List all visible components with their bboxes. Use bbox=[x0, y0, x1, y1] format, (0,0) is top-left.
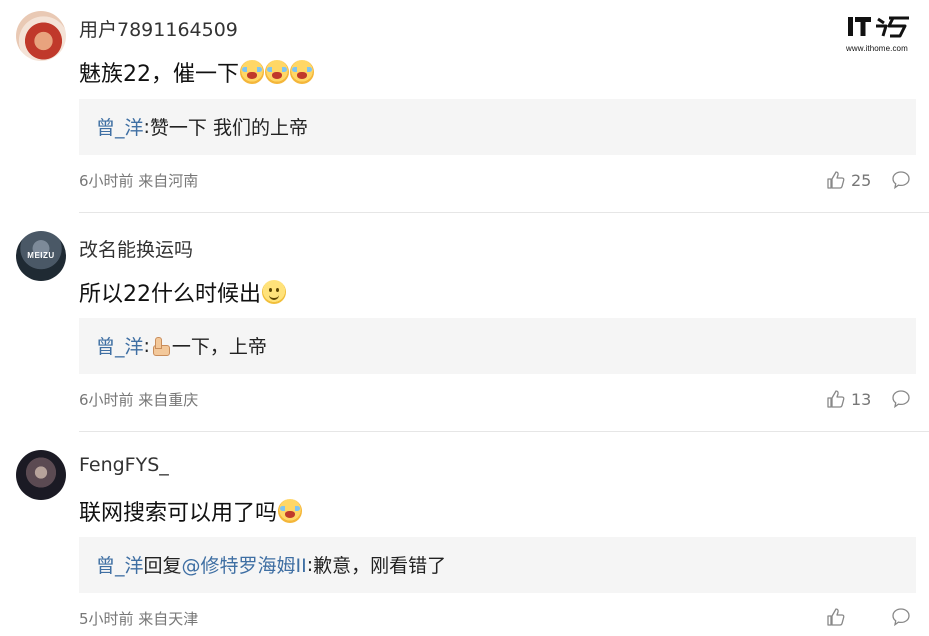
reply-text-line: 曾_洋 回复 @修特罗海姆II : 歉意，刚看错了 bbox=[96, 551, 446, 578]
comment-text: 魅族22，催一下 bbox=[79, 62, 239, 87]
like-button[interactable]: 25 bbox=[826, 170, 871, 190]
comment-username[interactable]: 用户7891164509 bbox=[79, 15, 238, 42]
cry-emoji-icon bbox=[290, 60, 314, 84]
reply-box[interactable]: 曾_洋 : 赞一下 我们的上帝 bbox=[79, 99, 916, 155]
reply-comment-icon[interactable] bbox=[891, 607, 911, 627]
reply-text: 一下，上帝 bbox=[171, 336, 267, 358]
reply-text: 赞一下 我们的上帝 bbox=[149, 117, 308, 139]
smile-emoji-icon bbox=[262, 280, 286, 304]
reply-username[interactable]: 曾_洋 bbox=[96, 113, 144, 140]
thumbs-up-emoji-icon bbox=[150, 336, 170, 356]
cry-emoji-icon bbox=[240, 60, 264, 84]
like-button[interactable] bbox=[826, 607, 851, 627]
reply-username[interactable]: 曾_洋 bbox=[96, 551, 144, 578]
reply-box[interactable]: 曾_洋 回复 @修特罗海姆II : 歉意，刚看错了 bbox=[79, 537, 916, 593]
cry-emoji-icon bbox=[265, 60, 289, 84]
comment-meta: 6小时前 来自重庆 bbox=[79, 391, 199, 409]
reply-box[interactable]: 曾_洋 : 一下，上帝 bbox=[79, 318, 916, 374]
ithome-url: www.ithome.com bbox=[846, 44, 908, 53]
thumbs-up-icon bbox=[827, 608, 845, 626]
comment-text: 所以22什么时候出 bbox=[79, 282, 261, 307]
like-button[interactable]: 13 bbox=[826, 389, 871, 409]
user-avatar[interactable] bbox=[16, 11, 66, 61]
reply-text: 歉意，刚看错了 bbox=[313, 555, 447, 577]
thumbs-up-icon bbox=[827, 171, 845, 189]
user-avatar[interactable]: MEIZU bbox=[16, 231, 66, 281]
comment-divider bbox=[79, 212, 929, 213]
user-avatar[interactable] bbox=[16, 450, 66, 500]
comment-content: 联网搜索可以用了吗 bbox=[79, 495, 303, 527]
like-count: 25 bbox=[851, 170, 872, 190]
meizu-logo-text: MEIZU bbox=[27, 251, 55, 260]
reply-target-user[interactable]: @修特罗海姆II bbox=[182, 551, 307, 578]
reply-comment-icon[interactable] bbox=[891, 170, 911, 190]
comment-username[interactable]: FengFYS_ bbox=[79, 454, 169, 476]
comment-username[interactable]: 改名能换运吗 bbox=[79, 235, 193, 262]
comment-content: 所以22什么时候出 bbox=[79, 276, 286, 308]
comment-meta: 6小时前 来自河南 bbox=[79, 172, 199, 190]
thumbs-up-icon bbox=[827, 390, 845, 408]
comment-content: 魅族22，催一下 bbox=[79, 56, 314, 88]
ithome-logo: www.ithome.com bbox=[846, 14, 916, 58]
reply-username[interactable]: 曾_洋 bbox=[96, 332, 144, 359]
reply-text-line: 曾_洋 : 赞一下 我们的上帝 bbox=[96, 113, 308, 140]
reply-comment-icon[interactable] bbox=[891, 389, 911, 409]
like-count: 13 bbox=[851, 389, 872, 409]
comment-meta: 5小时前 来自天津 bbox=[79, 610, 199, 628]
reply-text-line: 曾_洋 : 一下，上帝 bbox=[96, 332, 267, 359]
comment-divider bbox=[79, 431, 929, 432]
ithome-logo-mark bbox=[848, 16, 909, 38]
reply-connector: 回复 bbox=[143, 555, 182, 577]
cry-emoji-icon bbox=[278, 499, 303, 523]
comment-text: 联网搜索可以用了吗 bbox=[79, 501, 278, 526]
